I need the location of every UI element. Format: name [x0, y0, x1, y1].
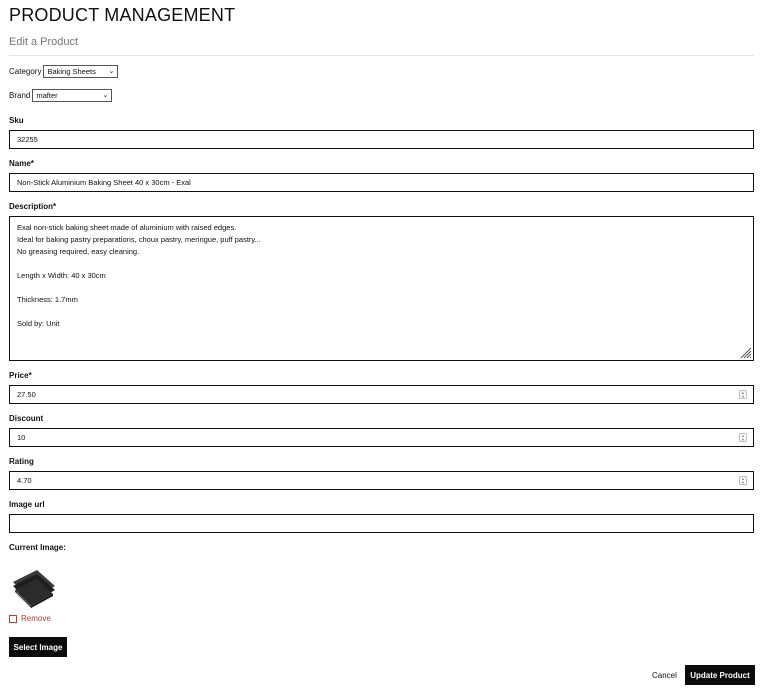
discount-value: 10 — [17, 433, 26, 442]
brand-select[interactable]: mafter ⌄ — [32, 89, 113, 102]
description-line — [17, 306, 746, 318]
remove-image-row[interactable]: Remove — [9, 614, 51, 623]
price-value: 27.50 — [17, 390, 36, 399]
sku-label: Sku — [9, 116, 24, 125]
remove-checkbox[interactable] — [9, 614, 17, 623]
rating-input[interactable]: 4.70 ▲ ▼ — [9, 471, 754, 490]
description-line: Length x Width: 40 x 30cm — [17, 271, 106, 280]
sku-input[interactable]: 32255 — [9, 130, 754, 149]
category-label: Category — [9, 67, 42, 76]
rating-label: Rating — [9, 457, 34, 466]
update-product-button[interactable]: Update Product — [685, 665, 755, 685]
description-line: Thickness: 1.7mm — [17, 295, 78, 304]
price-input[interactable]: 27.50 ▲ ▼ — [9, 385, 754, 404]
description-label: Description* — [9, 202, 57, 211]
number-spinner-icon[interactable]: ▲ ▼ — [739, 433, 747, 442]
category-select[interactable]: Baking Sheets ⌄ — [43, 65, 119, 78]
header-divider — [9, 55, 754, 56]
rating-value: 4.70 — [17, 476, 32, 485]
remove-label[interactable]: Remove — [21, 614, 51, 623]
current-image-label: Current Image: — [9, 543, 66, 552]
description-line: No greasing required, easy cleaning. — [17, 247, 140, 256]
name-value: Non-Stick Aluminium Baking Sheet 40 x 30… — [17, 178, 191, 187]
page-subtitle: Edit a Product — [9, 36, 79, 48]
number-spinner-icon[interactable]: ▲ ▼ — [739, 390, 747, 399]
description-line: Ideal for baking pastry preparations, ch… — [17, 235, 261, 244]
discount-input[interactable]: 10 ▲ ▼ — [9, 428, 754, 447]
product-thumbnail-icon — [9, 560, 59, 610]
number-spinner-icon[interactable]: ▲ ▼ — [739, 476, 747, 485]
description-line — [17, 258, 746, 270]
category-select-value: Baking Sheets — [47, 67, 96, 76]
brand-label: Brand — [9, 91, 31, 100]
sku-value: 32255 — [17, 135, 38, 144]
chevron-down-icon: ⌄ — [102, 92, 109, 99]
category-row: Category Baking Sheets ⌄ — [9, 65, 119, 78]
cancel-link[interactable]: Cancel — [652, 671, 677, 680]
page-title: PRODUCT MANAGEMENT — [9, 5, 236, 25]
image-url-input[interactable] — [9, 514, 754, 533]
chevron-down-icon: ⌄ — [108, 68, 115, 75]
brand-row: Brand mafter ⌄ — [9, 89, 113, 102]
description-line: Exal non-stick baking sheet made of alum… — [17, 223, 237, 232]
description-textarea[interactable]: Exal non-stick baking sheet made of alum… — [9, 216, 754, 361]
description-line: Sold by: Unit — [17, 319, 60, 328]
name-label: Name* — [9, 159, 34, 168]
select-image-button[interactable]: Select Image — [9, 637, 67, 657]
resize-grip-icon[interactable] — [739, 346, 752, 359]
name-input[interactable]: Non-Stick Aluminium Baking Sheet 40 x 30… — [9, 173, 754, 192]
image-url-label: Image url — [9, 500, 45, 509]
description-line — [17, 282, 746, 294]
price-label: Price* — [9, 371, 32, 380]
brand-select-value: mafter — [36, 91, 58, 100]
discount-label: Discount — [9, 414, 44, 423]
